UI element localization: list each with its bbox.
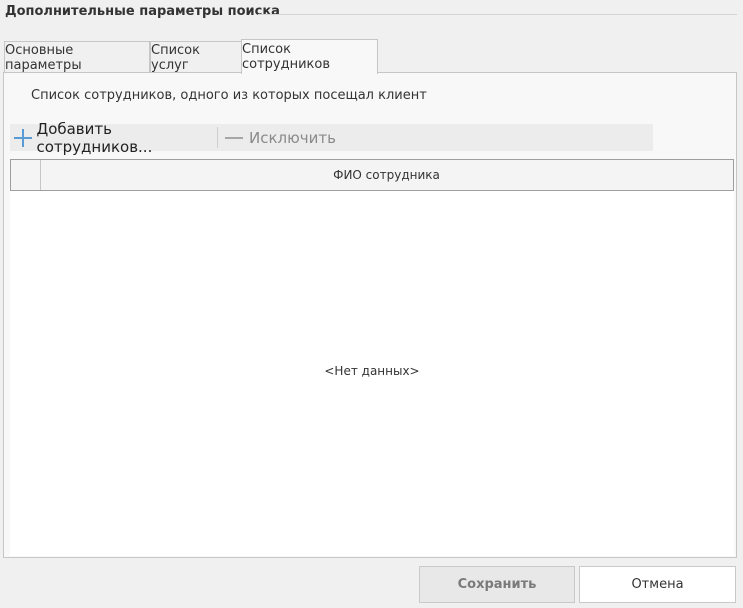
minus-icon	[225, 129, 243, 147]
group-title: Дополнительные параметры поиска	[5, 4, 280, 19]
group-divider	[258, 14, 737, 15]
add-employees-label: Добавить сотрудников...	[36, 119, 153, 156]
empty-grid-text: <Нет данных>	[324, 364, 420, 378]
tab-main-params[interactable]: Основные параметры	[4, 41, 150, 73]
tab-employees[interactable]: Список сотрудников	[241, 39, 378, 74]
grid-header: ФИО сотрудника	[10, 159, 734, 191]
add-employees-button[interactable]: Добавить сотрудников...	[10, 120, 216, 156]
tab-services[interactable]: Список услуг	[150, 41, 242, 73]
row-indicator-header[interactable]	[11, 160, 41, 190]
panel-hint: Список сотрудников, одного из которых по…	[31, 88, 427, 103]
cancel-button[interactable]: Отмена	[579, 566, 736, 603]
toolbar-separator	[217, 127, 218, 148]
column-header-fio[interactable]: ФИО сотрудника	[40, 160, 733, 190]
tab-panel-employees: Список сотрудников, одного из которых по…	[3, 72, 737, 558]
toolbar: Добавить сотрудников... Исключить	[10, 120, 653, 156]
exclude-button[interactable]: Исключить	[219, 124, 339, 151]
employees-grid[interactable]: ФИО сотрудника <Нет данных>	[10, 159, 734, 556]
save-button[interactable]: Сохранить	[419, 566, 575, 603]
plus-icon	[14, 128, 33, 147]
exclude-label: Исключить	[249, 128, 336, 147]
